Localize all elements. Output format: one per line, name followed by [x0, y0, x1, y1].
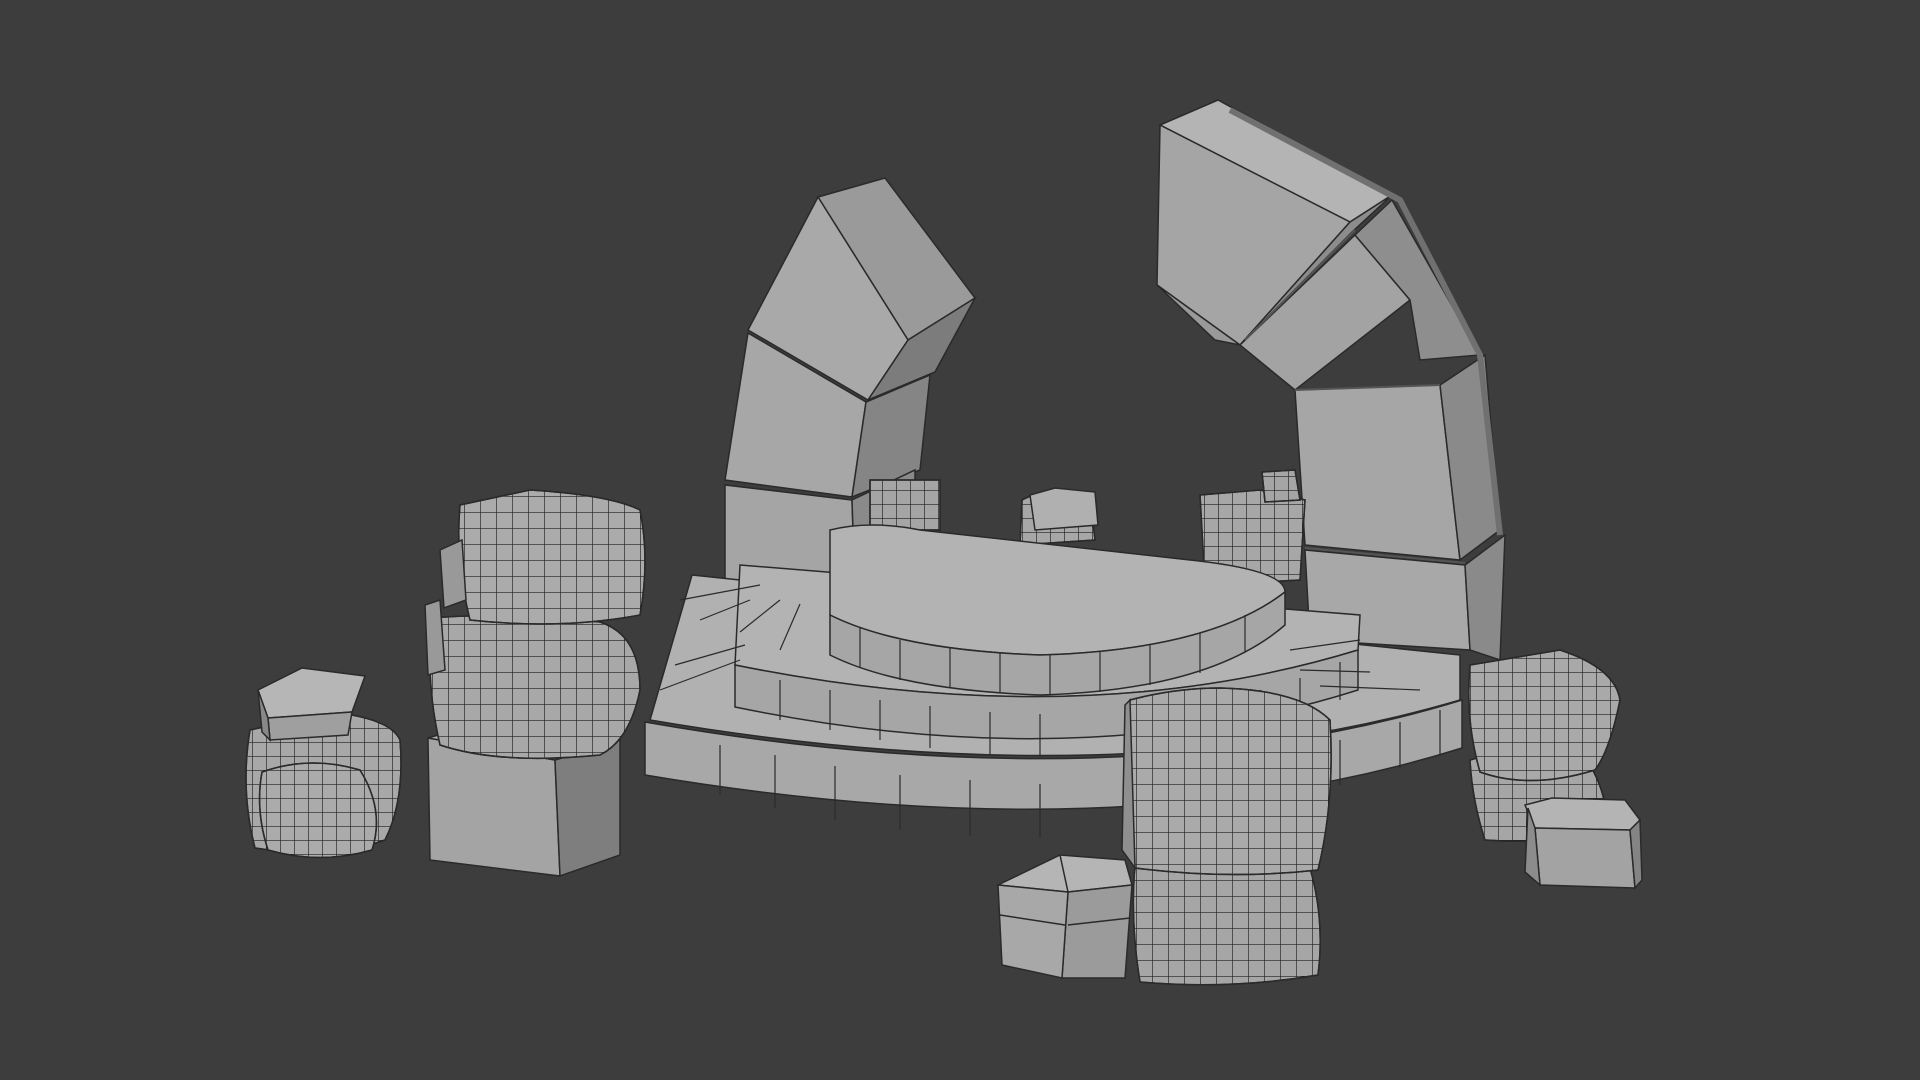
left-rubble-stack[interactable] — [424, 489, 646, 878]
3d-viewport[interactable] — [0, 0, 1920, 1080]
